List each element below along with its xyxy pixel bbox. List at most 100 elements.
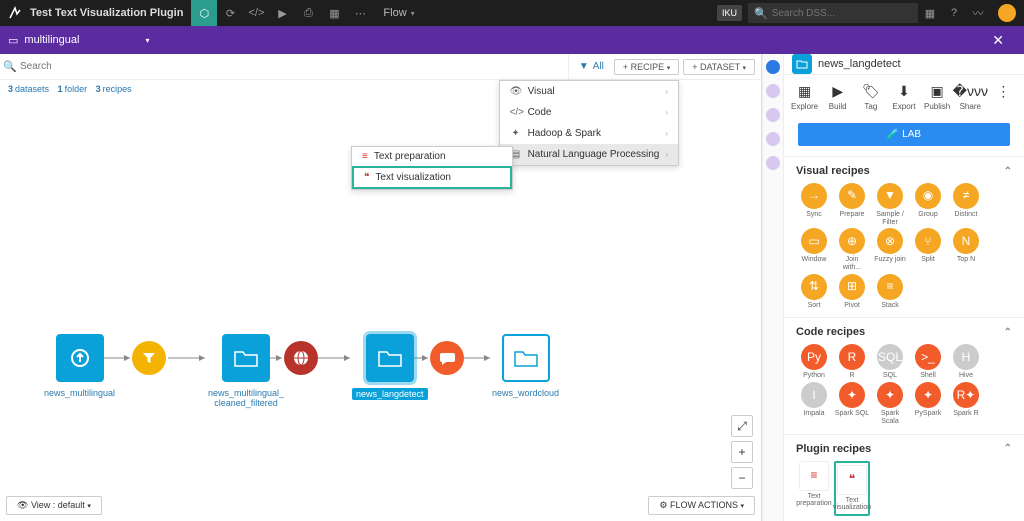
recipe-topn[interactable]: NTop N xyxy=(948,228,984,271)
spark-icon: ✦ xyxy=(839,382,865,408)
menu-item-nlp[interactable]: ▤Natural Language Processing› xyxy=(500,144,678,165)
section-title: Plugin recipes xyxy=(796,443,871,455)
recipe-python[interactable]: PyPython xyxy=(796,344,832,380)
more-icon[interactable]: ⋯ xyxy=(347,0,373,26)
recipe-sparkscala[interactable]: ✦Spark Scala xyxy=(872,382,908,425)
recipe-group[interactable]: ◉Group xyxy=(910,183,946,226)
build-action[interactable]: ▶Build xyxy=(822,83,854,111)
recipe-pyspark[interactable]: ✦PySpark xyxy=(910,382,946,425)
export-action[interactable]: ⬇Export xyxy=(888,83,920,111)
rail-discuss-icon[interactable] xyxy=(766,156,780,170)
folder-icon xyxy=(502,334,550,382)
menu-item-code[interactable]: </>Code› xyxy=(500,102,678,123)
plugin-textviz[interactable]: ❝Text visualization xyxy=(834,461,870,516)
project-selector[interactable]: ▭ multilingual ▾ xyxy=(8,34,149,47)
search-icon: 🔍 xyxy=(0,60,20,73)
dataset-node[interactable]: news_wordcloud xyxy=(492,334,559,398)
apps-icon[interactable]: ▦ xyxy=(918,7,942,20)
recipe-window[interactable]: ▭Window xyxy=(796,228,832,271)
activity-icon[interactable]: 〰 xyxy=(966,5,990,21)
spark-icon: ✦ xyxy=(915,382,941,408)
rail-info-icon[interactable] xyxy=(766,84,780,98)
rail-history-icon[interactable] xyxy=(766,132,780,146)
zoom-in-button[interactable]: + xyxy=(731,441,753,463)
grid-icon[interactable]: ▦ xyxy=(321,0,347,26)
share-action[interactable]: �νννShare xyxy=(954,83,986,111)
sql-icon: SQL xyxy=(877,344,903,370)
spark-icon: ✦ xyxy=(877,382,903,408)
split-icon: ⑂ xyxy=(915,228,941,254)
rail-schema-icon[interactable] xyxy=(766,108,780,122)
recipe-sparksql[interactable]: ✦Spark SQL xyxy=(834,382,870,425)
filter-dropdown[interactable]: ▼ All xyxy=(568,54,614,79)
node-label: news_multilingual_ cleaned_filtered xyxy=(208,388,284,408)
recipe-prepare[interactable]: ✎Prepare xyxy=(834,183,870,226)
recipe-node[interactable] xyxy=(284,341,318,375)
refresh-icon[interactable]: ⟳ xyxy=(217,0,243,26)
explore-action[interactable]: ▦Explore xyxy=(789,83,821,111)
print-icon[interactable]: ⎙ xyxy=(295,0,321,26)
recipe-sort[interactable]: ⇅Sort xyxy=(796,274,832,310)
recipe-distinct[interactable]: ≠Distinct xyxy=(948,183,984,226)
recipe-split[interactable]: ⑂Split xyxy=(910,228,946,271)
recipe-sample[interactable]: ▼Sample / Filter xyxy=(872,183,908,226)
search-icon: 🔍 xyxy=(754,7,768,20)
recipe-sparkr[interactable]: R✦Spark R xyxy=(948,382,984,425)
recipe-node[interactable] xyxy=(132,341,166,375)
filter-label: All xyxy=(593,61,604,72)
recipe-node[interactable] xyxy=(430,341,464,375)
global-search[interactable]: 🔍 xyxy=(748,3,918,23)
more-action[interactable]: ⋮ xyxy=(987,83,1019,111)
plugin-textprep[interactable]: ≡Text preparation xyxy=(796,461,832,516)
dataset-node[interactable]: news_multilingual xyxy=(44,334,115,398)
zoom-out-button[interactable]: − xyxy=(731,467,753,489)
submenu-item-textprep[interactable]: ≡Text preparation xyxy=(352,147,512,166)
play-icon[interactable]: ▶ xyxy=(269,0,295,26)
sort-icon: ⇅ xyxy=(801,274,827,300)
quote-icon: ❝ xyxy=(837,465,867,495)
help-icon[interactable]: ? xyxy=(942,7,966,19)
flow-label: Flow xyxy=(383,7,406,19)
chevron-down-icon[interactable]: ▾ xyxy=(411,9,415,18)
global-search-input[interactable] xyxy=(772,8,912,19)
dataset-node-selected[interactable]: news_langdetect xyxy=(352,334,428,400)
collapse-icon[interactable]: ⌃ xyxy=(1004,443,1012,454)
tag-action[interactable]: 🏷Tag xyxy=(855,83,887,111)
view-selector[interactable]: 👁 View : default ▾ xyxy=(6,496,102,515)
collapse-icon[interactable]: ⌃ xyxy=(1004,327,1012,338)
code-icon: </> xyxy=(510,107,522,118)
flow-search-input[interactable] xyxy=(20,61,568,72)
recipe-r[interactable]: RR xyxy=(834,344,870,380)
folder-icon xyxy=(792,54,812,74)
add-dataset-button[interactable]: + DATASET ▾ xyxy=(683,59,755,75)
recipe-sync[interactable]: →Sync xyxy=(796,183,832,226)
recipe-stack[interactable]: ≡Stack xyxy=(872,274,908,310)
topn-icon: N xyxy=(953,228,979,254)
publish-action[interactable]: ▣Publish xyxy=(921,83,953,111)
rail-add-icon[interactable] xyxy=(766,60,780,74)
section-title: Visual recipes xyxy=(796,165,870,177)
menu-item-visual[interactable]: 👁Visual› xyxy=(500,81,678,102)
menu-item-hadoop[interactable]: ✦Hadoop & Spark› xyxy=(500,123,678,144)
recipe-fuzzyjoin[interactable]: ⊗Fuzzy join xyxy=(872,228,908,271)
close-icon[interactable]: ✕ xyxy=(992,32,1004,49)
recipe-hive[interactable]: HHive xyxy=(948,344,984,380)
recipe-shell[interactable]: >_Shell xyxy=(910,344,946,380)
lab-button[interactable]: 🧪 LAB xyxy=(798,123,1010,146)
add-recipe-button[interactable]: + RECIPE ▾ xyxy=(614,59,679,75)
expand-icon[interactable]: ⤢ xyxy=(731,415,753,437)
dataset-node[interactable]: news_multilingual_ cleaned_filtered xyxy=(208,334,284,408)
recipe-pivot[interactable]: ⊞Pivot xyxy=(834,274,870,310)
stack-icon: ≡ xyxy=(877,274,903,300)
hive-icon: H xyxy=(953,344,979,370)
recipe-join[interactable]: ⊕Join with... xyxy=(834,228,870,271)
collapse-icon[interactable]: ⌃ xyxy=(1004,166,1012,177)
plugin-recipes-section: Plugin recipes ⌃ ≡Text preparation ❝Text … xyxy=(784,434,1024,521)
flow-actions-button[interactable]: ⚙ FLOW ACTIONS ▾ xyxy=(648,496,755,515)
code-icon[interactable]: </> xyxy=(243,0,269,26)
recipe-impala[interactable]: IImpala xyxy=(796,382,832,425)
recipe-sql[interactable]: SQLSQL xyxy=(872,344,908,380)
submenu-item-textviz[interactable]: ❝Text visualization xyxy=(352,166,512,189)
flow-tab-icon[interactable]: ⬡ xyxy=(191,0,217,26)
user-avatar[interactable] xyxy=(998,4,1016,22)
